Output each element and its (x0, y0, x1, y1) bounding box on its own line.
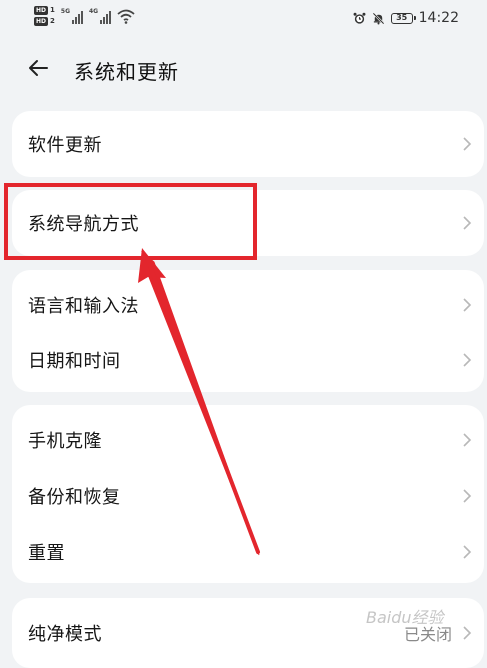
sim1-indicator: HD 1 (34, 6, 55, 15)
settings-card-software-update: 软件更新 (12, 111, 484, 177)
chevron-right-icon (463, 353, 472, 367)
chevron-right-icon (463, 489, 472, 503)
highlight-box-annotation (4, 183, 257, 260)
sim2-indicator: HD 2 (34, 17, 55, 26)
settings-card-backup: 手机克隆 备份和恢复 重置 (12, 405, 484, 583)
chevron-right-icon (463, 545, 472, 559)
status-right: 35 14:22 (353, 10, 459, 26)
alarm-icon (353, 12, 366, 24)
network-type-label: 4G (89, 8, 99, 15)
chevron-right-icon (463, 433, 472, 447)
chevron-right-icon (463, 298, 472, 312)
item-label: 语言和输入法 (28, 296, 139, 317)
item-label: 软件更新 (28, 135, 102, 156)
clock: 14:22 (418, 10, 459, 26)
chevron-right-icon (463, 216, 472, 230)
item-label: 备份和恢复 (28, 487, 121, 508)
back-arrow-icon[interactable] (26, 56, 50, 80)
item-label: 日期和时间 (28, 351, 121, 372)
list-item-language-input[interactable]: 语言和输入法 (12, 277, 484, 333)
chevron-right-icon (463, 626, 472, 640)
item-label: 手机克隆 (28, 431, 102, 452)
sim1-number: 1 (50, 6, 55, 14)
settings-card-language-date: 语言和输入法 日期和时间 (12, 270, 484, 392)
list-item-phone-clone[interactable]: 手机克隆 (12, 412, 484, 468)
hd-badge: HD (34, 6, 49, 15)
title-bar: 系统和更新 (0, 44, 487, 94)
network-type-label: 5G (60, 8, 70, 15)
sim2-number: 2 (50, 17, 55, 25)
mute-icon (372, 12, 385, 25)
wifi-icon (117, 9, 135, 24)
list-item-software-update[interactable]: 软件更新 (12, 116, 484, 172)
item-label: 纯净模式 (28, 624, 102, 645)
page-title: 系统和更新 (74, 60, 179, 84)
list-item-date-time[interactable]: 日期和时间 (12, 332, 484, 388)
battery-icon: 35 (390, 12, 416, 24)
status-left: HD 1 HD 2 5G 4G (34, 6, 135, 26)
list-item-reset[interactable]: 重置 (12, 524, 484, 580)
status-bar: HD 1 HD 2 5G 4G 35 14:22 (0, 0, 487, 36)
chevron-right-icon (463, 137, 472, 151)
signal-4g-icon: 4G (89, 8, 112, 24)
sim-indicators: HD 1 HD 2 (34, 6, 55, 26)
list-item-backup-restore[interactable]: 备份和恢复 (12, 468, 484, 524)
signal-5g-icon: 5G (61, 8, 83, 24)
hd-badge: HD (34, 17, 49, 26)
item-label: 重置 (28, 543, 65, 564)
watermark: Baidu经验 (366, 608, 444, 627)
